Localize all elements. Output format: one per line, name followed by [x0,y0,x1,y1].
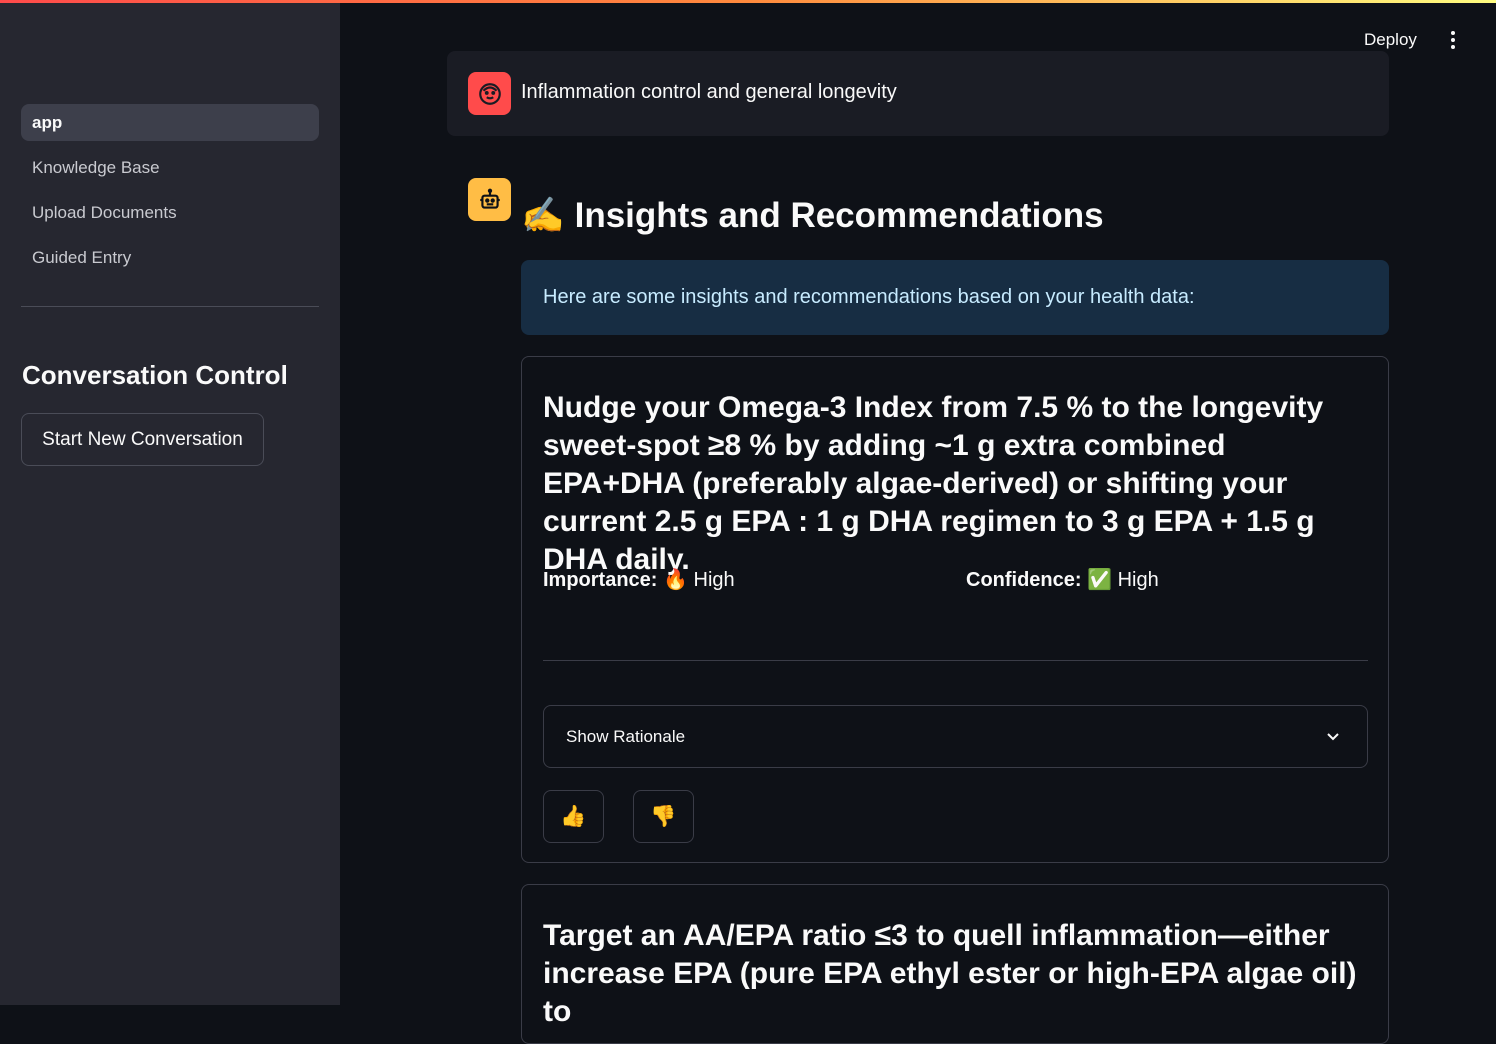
expander-label: Show Rationale [566,727,686,746]
writing-hand-icon: ✍️ [521,196,565,235]
confidence-row: Confidence: ✅ High [966,567,1159,592]
insights-heading-text: Insights and Recommendations [574,195,1104,235]
fire-icon: 🔥 [663,569,688,591]
recommendation-title: Nudge your Omega-3 Index from 7.5 % to t… [543,391,1324,576]
importance-value: High [693,569,735,591]
importance-row: Importance: 🔥 High [543,567,735,592]
sidebar-item-upload-documents[interactable]: Upload Documents [21,194,319,231]
sidebar-divider [21,306,319,307]
card-divider [543,660,1368,661]
show-rationale-expander[interactable]: Show Rationale [543,705,1368,768]
recommendation-card: Target an AA/EPA ratio ≤3 to quell infla… [521,884,1389,1044]
recommendation-card: Nudge your Omega-3 Index from 7.5 % to t… [521,356,1389,863]
chevron-down-icon [1327,733,1339,741]
sidebar-item-app[interactable]: app [21,104,319,141]
info-alert: Here are some insights and recommendatio… [521,260,1389,335]
sidebar-item-knowledge-base[interactable]: Knowledge Base [21,149,319,186]
user-message-text: Inflammation control and general longevi… [521,81,897,103]
thumbs-down-button[interactable]: 👎 [633,790,694,843]
sidebar: app Knowledge Base Upload Documents Guid… [0,0,340,1005]
confidence-value: High [1117,569,1159,591]
deploy-button[interactable]: Deploy [1364,30,1417,50]
sidebar-nav: app Knowledge Base Upload Documents Guid… [21,104,319,284]
confidence-label: Confidence: [966,569,1082,591]
start-new-conversation-button[interactable]: Start New Conversation [21,413,264,466]
conversation-control-heading: Conversation Control [22,360,288,390]
recommendation-title: Target an AA/EPA ratio ≤3 to quell infla… [543,919,1357,1028]
insights-heading: ✍️ Insights and Recommendations [521,195,1104,236]
user-message: Inflammation control and general longevi… [447,51,1389,136]
thumbs-up-icon: 👍 [560,804,587,828]
thumbs-down-icon: 👎 [650,804,677,828]
top-decoration-bar [0,0,1496,3]
main-menu-icon[interactable] [1444,28,1462,52]
check-mark-icon: ✅ [1087,569,1113,591]
sidebar-item-guided-entry[interactable]: Guided Entry [21,239,319,276]
robot-icon [468,178,511,221]
user-face-icon [468,72,511,115]
importance-label: Importance: [543,569,658,591]
thumbs-up-button[interactable]: 👍 [543,790,604,843]
